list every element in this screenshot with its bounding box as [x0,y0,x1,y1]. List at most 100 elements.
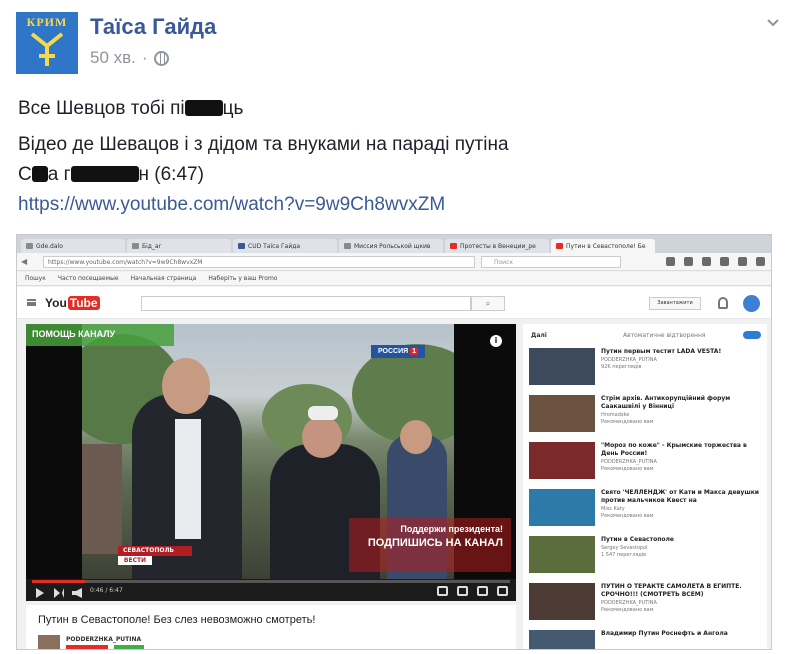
logo-tube: Tube [67,296,100,310]
tab-label: Gde.dalo [36,242,63,250]
video-thumbnail[interactable] [529,536,595,573]
globe-icon[interactable] [153,50,169,66]
related-video-item[interactable]: Стрім архів. Антикорупційний форум Саака… [529,391,761,438]
video-thumbnail[interactable] [529,395,595,432]
redaction-mark [70,166,139,182]
volume-icon[interactable] [72,588,82,598]
chevron-down-icon[interactable] [766,16,780,30]
related-video-title[interactable]: Свято 'ЧЕЛЛЕНДЖ' от Кати и Максa девушки… [601,489,761,505]
related-video-title[interactable]: Стрім архів. Антикорупційний форум Саака… [601,395,761,411]
bell-icon[interactable] [718,297,728,309]
browser-tab[interactable]: Путин в Севастополе! Бе [551,239,655,253]
toolbar-icons [666,257,765,266]
browser-search[interactable]: Поиск [481,256,621,268]
autoplay-toggle[interactable] [743,331,761,339]
related-video-info: Владимир Путин Роснефть и Ангола [601,630,761,639]
browser-tab[interactable]: Протесты в Венеции_ре [445,239,549,253]
subscribe-overlay[interactable]: Поддержи президента! ПОДПИШИСЬ НА КАНАЛ [349,518,511,572]
bookmark-item[interactable]: Пошук [25,275,46,282]
browser-tab[interactable]: Бiд_ar [127,239,231,253]
bookmark-item[interactable]: Наберiть у ваш Promo [208,275,277,282]
avatar[interactable] [743,295,760,312]
tab-label: CUD Таїса Гайда [248,242,301,250]
post-line-3-start: С [18,164,32,185]
related-video-views: Рекомендовано вам [601,419,654,425]
youtube-header: You Tube ⌕ Завантажити [17,287,771,319]
browser-tab[interactable]: Gde.dalo [21,239,125,253]
info-icon[interactable]: i [490,335,502,347]
next-icon[interactable] [54,588,64,598]
related-video-title[interactable]: ПУТИН О ТЕРАКТЕ САМОЛЕТА В ЕГИПТЕ. СРОЧН… [601,583,761,599]
person-figure [400,420,432,454]
post-time[interactable]: 50 хв. [90,48,136,68]
autoplay-label: Автоматичне відтворення [623,332,706,339]
browser-tab[interactable]: Миссия Рольськой щкив [339,239,443,253]
related-video-title[interactable]: "Мороз по коже" - Крымские торжества в Д… [601,442,761,458]
hamburger-menu-icon[interactable] [27,299,36,306]
channel-name[interactable]: PODDERZHKA_PUTINA [66,636,141,643]
bookmark-item[interactable]: Начальная страница [131,275,197,282]
related-video-channel: Hromadske [601,412,630,418]
person-figure [302,416,342,458]
subtitles-icon[interactable] [437,586,448,596]
person-figure [175,419,201,539]
related-video-info: Стрім архів. Антикорупційний форум Саака… [601,395,761,426]
post-header: КРИМ Таїса Гайда 50 хв. · [14,10,786,76]
related-video-info: Путин первым тестит LADA VESTA! PODDERZHK… [601,348,761,371]
shield-icon[interactable] [720,257,729,266]
back-icon[interactable]: ◀ [21,257,27,266]
home-icon[interactable] [684,257,693,266]
video-thumbnail[interactable] [529,442,595,479]
video-info: Путин в Севастополе! Без слез невозможно… [26,605,516,649]
play-icon[interactable] [36,588,44,598]
url-bar[interactable]: https://www.youtube.com/watch?v=9w9Ch8wv… [43,256,475,268]
related-video-channel: PODDERZHKA_PUTINA [601,357,657,363]
related-video-item[interactable]: Путин в Севастополе Sergey Sevastopol 1 54… [529,532,761,579]
subscribe-button[interactable] [66,645,108,649]
gear-icon[interactable] [738,257,747,266]
post-line-1-start: Все Шевцов тобі пі [18,98,185,119]
up-next-label: Далi [531,332,547,339]
channel-avatar[interactable] [38,635,60,649]
progress-bar[interactable] [32,580,510,583]
related-video-channel: Sergey Sevastopol [601,545,648,551]
youtube-link[interactable]: https://www.youtube.com/watch?v=9w9Ch8wv… [18,194,445,215]
related-video-title[interactable]: Путин первым тестит LADA VESTA! [601,348,761,356]
youtube-logo[interactable]: You Tube [45,296,100,310]
person-figure [308,406,338,420]
related-video-item[interactable]: Путин первым тестит LADA VESTA! PODDERZHK… [529,344,761,391]
settings-icon[interactable] [457,586,468,596]
video-player[interactable]: ПОМОЩЬ КАНАЛУ РОССИЯ 1 i СЕВАСТОПОЛЬ ВЕСТ… [26,324,516,601]
author-name[interactable]: Таїса Гайда [90,14,216,40]
author-avatar[interactable]: КРИМ [16,12,78,74]
upload-button[interactable]: Завантажити [649,297,701,310]
rossiya-logo-number: 1 [410,348,419,355]
related-list: Путин первым тестит LADA VESTA! PODDERZHK… [529,344,761,649]
post-line-2: Відео де Шевацов і з дідом та внуками на… [18,134,509,155]
video-thumbnail[interactable] [529,348,595,385]
video-thumbnail[interactable] [529,630,595,649]
attached-screenshot[interactable]: Gde.dalo Бiд_ar CUD Таїса Гайда Миссия Роль… [16,234,772,650]
help-channel-banner[interactable]: ПОМОЩЬ КАНАЛУ [26,324,174,346]
video-thumbnail[interactable] [529,489,595,526]
download-icon[interactable] [702,257,711,266]
browser-tab[interactable]: CUD Таїса Гайда [233,239,337,253]
post-line-1-end: ць [222,98,244,119]
youtube-search-input[interactable] [141,296,471,311]
related-video-info: Свято 'ЧЕЛЛЕНДЖ' от Кати и Максa девушки… [601,489,761,520]
star-icon[interactable] [666,257,675,266]
search-icon[interactable]: ⌕ [471,296,505,311]
bookmark-item[interactable]: Часто посещаемые [58,275,119,282]
tab-label: Протесты в Венеции_ре [460,242,536,250]
related-video-title[interactable]: Путин в Севастополе [601,536,761,544]
related-video-item[interactable]: Владимир Путин Роснефть и Ангола [529,626,761,649]
related-video-title[interactable]: Владимир Путин Роснефть и Ангола [601,630,761,638]
related-video-item[interactable]: Свято 'ЧЕЛЛЕНДЖ' от Кати и Максa девушки… [529,485,761,532]
menu-icon[interactable] [756,257,765,266]
related-video-item[interactable]: ПУТИН О ТЕРАКТЕ САМОЛЕТА В ЕГИПТЕ. СРОЧН… [529,579,761,626]
related-video-item[interactable]: "Мороз по коже" - Крымские торжества в Д… [529,438,761,485]
video-thumbnail[interactable] [529,583,595,620]
fullscreen-icon[interactable] [497,586,508,596]
theater-icon[interactable] [477,586,488,596]
player-right-controls [437,586,508,596]
